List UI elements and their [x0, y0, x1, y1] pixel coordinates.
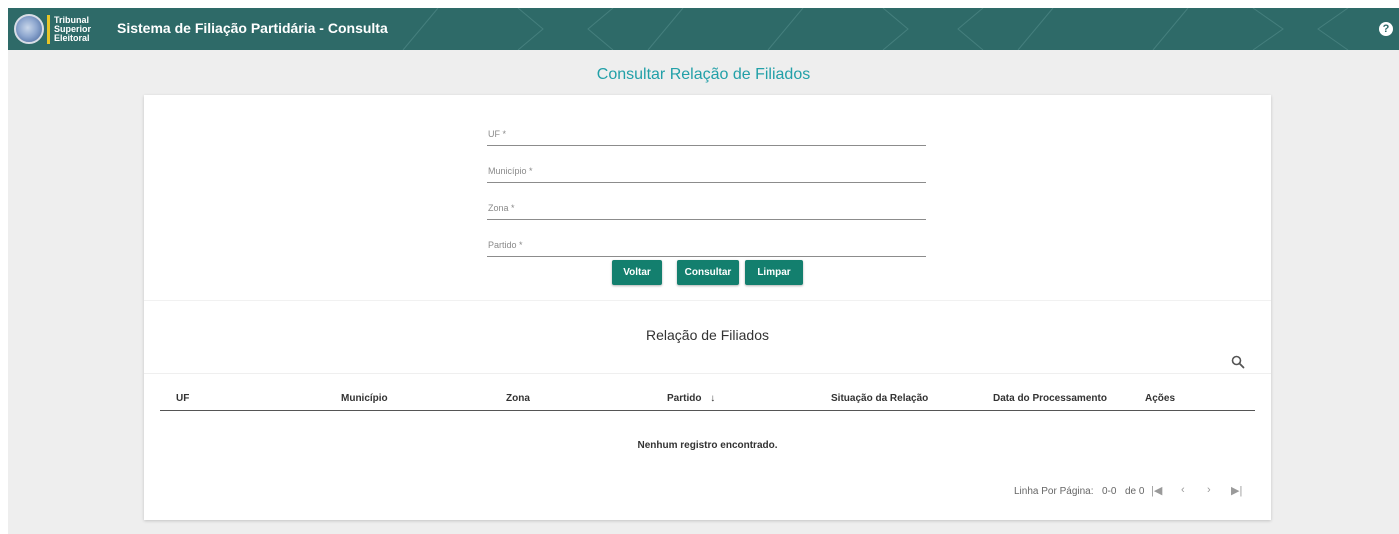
top-bar: Tribunal Superior Eleitoral Sistema de F…: [8, 8, 1399, 50]
query-card: UF * Município * Zona * Partido * Voltar…: [144, 95, 1271, 520]
column-header-municipio[interactable]: Município: [341, 393, 388, 404]
column-header-acoes: Ações: [1145, 393, 1176, 404]
first-page-icon[interactable]: |◀: [1151, 484, 1162, 497]
next-page-icon[interactable]: ›: [1207, 484, 1211, 496]
app-title: Sistema de Filiação Partidária - Consult…: [117, 20, 388, 36]
section-divider: [144, 300, 1271, 301]
municipio-field-label: Município *: [488, 166, 533, 176]
rows-per-page-value[interactable]: 0-0: [1102, 486, 1116, 497]
search-icon[interactable]: [1231, 355, 1245, 369]
column-header-uf[interactable]: UF: [176, 393, 189, 404]
column-header-partido-label: Partido: [667, 393, 702, 404]
results-title: Relação de Filiados: [646, 327, 769, 343]
last-page-icon[interactable]: ▶|: [1231, 484, 1242, 497]
column-header-zona[interactable]: Zona: [506, 393, 530, 404]
clear-button[interactable]: Limpar: [745, 260, 803, 285]
app-frame: Tribunal Superior Eleitoral Sistema de F…: [8, 8, 1399, 534]
table-top-border: [144, 373, 1271, 374]
logo-text: Tribunal Superior Eleitoral: [47, 14, 96, 44]
column-header-situacao[interactable]: Situação da Relação: [831, 393, 928, 404]
empty-message: Nenhum registro encontrado.: [637, 440, 778, 451]
municipio-field[interactable]: Município *: [487, 154, 926, 183]
column-header-partido[interactable]: Partido ↓: [667, 393, 715, 404]
tse-logo[interactable]: Tribunal Superior Eleitoral: [14, 11, 96, 47]
rows-per-page-label: Linha Por Página:: [1014, 486, 1094, 497]
page-title: Consultar Relação de Filiados: [596, 66, 811, 83]
uf-field[interactable]: UF *: [487, 117, 926, 146]
pagination-range: de 0: [1125, 486, 1145, 497]
help-icon[interactable]: ?: [1379, 22, 1393, 36]
tse-emblem-icon: [14, 14, 44, 44]
logo-line-3: Eleitoral: [54, 32, 90, 43]
column-header-data[interactable]: Data do Processamento: [993, 393, 1107, 404]
table-header-border: [160, 410, 1255, 411]
partido-field[interactable]: Partido *: [487, 228, 926, 257]
uf-field-label: UF *: [488, 129, 506, 139]
previous-page-icon[interactable]: ‹: [1181, 484, 1185, 496]
back-button[interactable]: Voltar: [612, 260, 662, 285]
search-button[interactable]: Consultar: [677, 260, 739, 285]
zona-field-label: Zona *: [488, 203, 515, 213]
sort-arrow-icon: ↓: [710, 393, 716, 404]
zona-field[interactable]: Zona *: [487, 191, 926, 220]
partido-field-label: Partido *: [488, 240, 523, 250]
